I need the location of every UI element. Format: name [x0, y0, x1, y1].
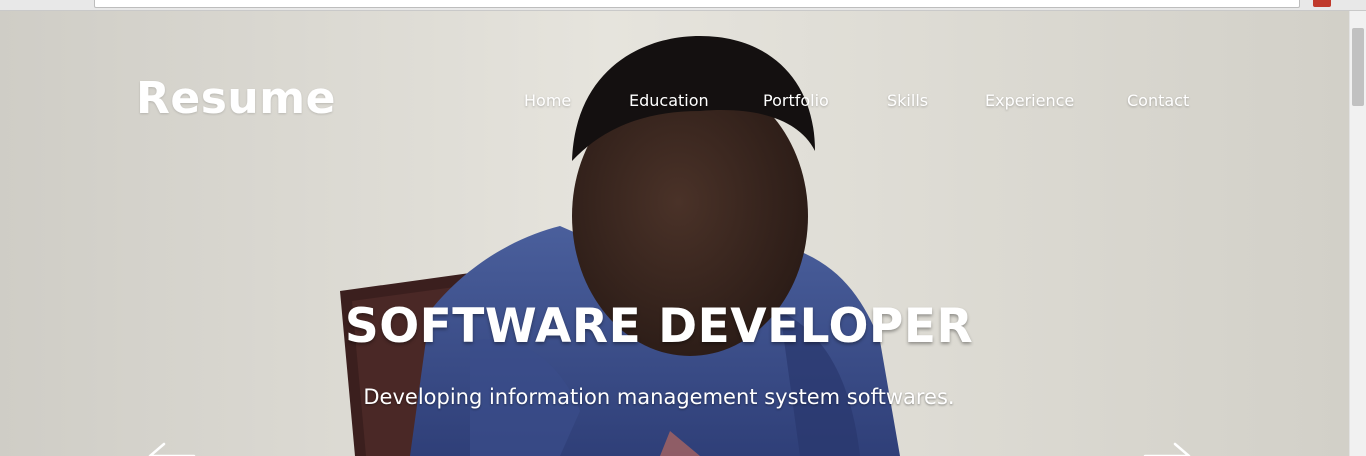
site-brand-logo[interactable]: Resume: [136, 73, 336, 124]
hero-tagline: Developing information management system…: [363, 385, 955, 409]
nav-item-experience[interactable]: Experience: [985, 91, 1074, 110]
hero-headline: SOFTWARE DEVELOPER: [344, 299, 974, 354]
nav-item-contact[interactable]: Contact: [1127, 91, 1189, 110]
nav-item-portfolio[interactable]: Portfolio: [763, 91, 829, 110]
extension-icon[interactable]: [1313, 0, 1331, 7]
hero-carousel: Resume Home Education Portfolio Skills E…: [0, 11, 1349, 456]
arrow-right-icon[interactable]: [1143, 442, 1191, 456]
browser-toolbar: [0, 0, 1366, 11]
scrollbar-thumb[interactable]: [1352, 28, 1364, 106]
arrow-left-icon[interactable]: [148, 442, 196, 456]
nav-item-skills[interactable]: Skills: [887, 91, 928, 110]
nav-item-home[interactable]: Home: [524, 91, 571, 110]
address-bar[interactable]: [94, 0, 1300, 8]
page-scrollbar[interactable]: [1349, 11, 1366, 456]
nav-item-education[interactable]: Education: [629, 91, 709, 110]
